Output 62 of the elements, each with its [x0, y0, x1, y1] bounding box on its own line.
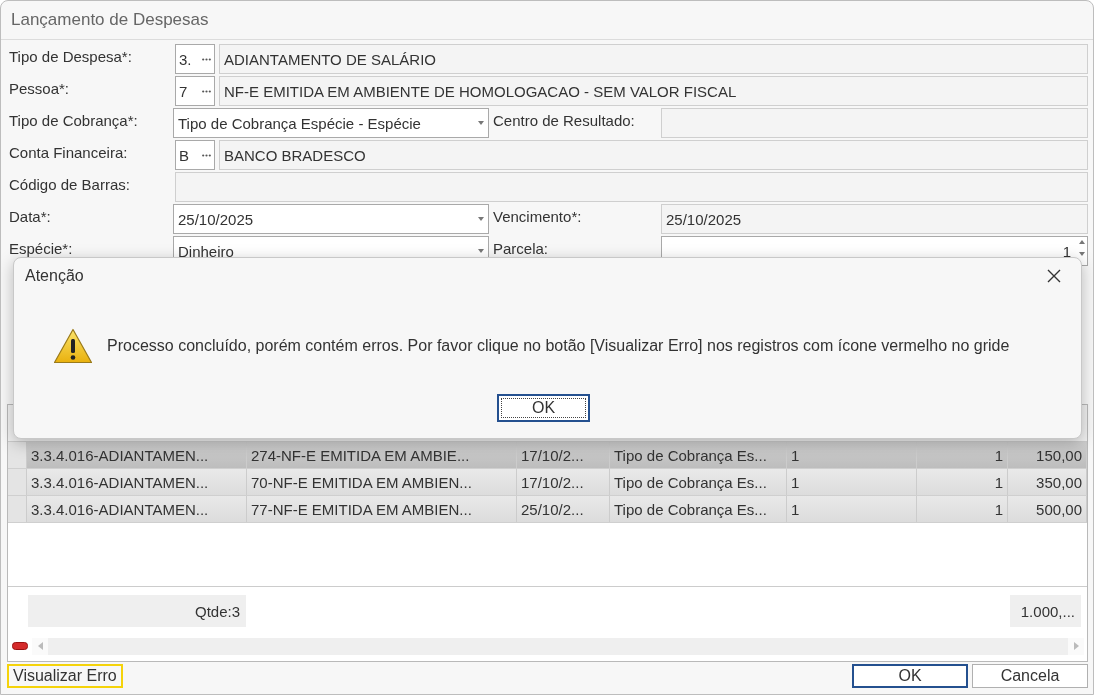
dialog-button[interactable]: OK: [852, 664, 968, 688]
ellipsis-icon[interactable]: [202, 153, 211, 157]
error-icon: [12, 642, 28, 650]
name-field: NF-E EMITIDA EM AMBIENTE DE HOMOLOGACAO - SEM VALOR FISCAL: [219, 76, 1088, 106]
dropdown-field[interactable]: 25/10/2025: [173, 204, 489, 234]
window-title: Lançamento de Despesas: [1, 1, 1093, 40]
table-cell: 1: [787, 469, 917, 495]
view-error-button[interactable]: Visualizar Erro: [7, 664, 123, 688]
table-cell: 1: [787, 496, 917, 522]
table-cell: 25/10/2...: [517, 496, 610, 522]
table-cell: 77-NF-E EMITIDA EM AMBIEN...: [247, 496, 517, 522]
table-cell: 3.3.4.016-ADIANTAMEN...: [27, 442, 247, 468]
table-cell: Tipo de Cobrança Es...: [610, 442, 787, 468]
table-cell: 1: [917, 496, 1008, 522]
field-label: Centro de Resultado:: [492, 111, 636, 129]
table-cell: 1: [787, 442, 917, 468]
table-cell: 500,00: [1008, 496, 1087, 522]
table-cell: 150,00: [1008, 442, 1087, 468]
dialog-title: Atenção: [25, 267, 85, 285]
code-field[interactable]: B: [175, 140, 215, 170]
table-cell: 1: [917, 442, 1008, 468]
name-field: ADIANTAMENTO DE SALÁRIO: [219, 44, 1088, 74]
field-label: Espécie*:: [8, 239, 74, 257]
grid-row[interactable]: 3.3.4.016-ADIANTAMEN... 77-NF-E EMITIDA EM AMBIEN... 25/10/2... Tipo de Cobrança Es... 1 1 500,00: [8, 496, 1087, 523]
row-indicator: [8, 496, 27, 522]
ellipsis-icon[interactable]: [202, 57, 211, 61]
ok-button[interactable]: OK: [497, 394, 590, 422]
field-label: Pessoa*:: [8, 79, 71, 97]
input-field[interactable]: [175, 172, 1088, 202]
grid-row[interactable]: 3.3.4.016-ADIANTAMEN... 70-NF-E EMITIDA EM AMBIEN... 17/10/2... Tipo de Cobrança Es... 1 1 350,00: [8, 469, 1087, 496]
dialog-message: Processo concluído, porém contém erros. Por favor clique no botão [Visualizar Erro] nos registros com ícone vermelho no gride: [107, 337, 1010, 355]
table-cell: 3.3.4.016-ADIANTAMEN...: [27, 496, 247, 522]
table-cell: 17/10/2...: [517, 442, 610, 468]
dropdown-field[interactable]: Tipo de Cobrança Espécie - Espécie: [173, 108, 489, 138]
close-icon[interactable]: [1047, 269, 1061, 283]
field-label: Código de Barras:: [8, 175, 131, 193]
table-cell: 1: [917, 469, 1008, 495]
code-field[interactable]: 3.: [175, 44, 215, 74]
row-indicator: [8, 469, 27, 495]
field-label: Conta Financeira:: [8, 143, 129, 161]
field-label: Parcela:: [492, 239, 550, 257]
field-label: Tipo de Despesa*:: [8, 47, 133, 65]
total-summary: 1.000,...: [1010, 595, 1081, 627]
warning-icon: [53, 328, 93, 364]
table-cell: 274-NF-E EMITIDA EM AMBIE...: [247, 442, 517, 468]
ellipsis-icon[interactable]: [202, 89, 211, 93]
field-label: Data*:: [8, 207, 52, 225]
table-cell: 17/10/2...: [517, 469, 610, 495]
input-field[interactable]: 25/10/2025: [661, 204, 1088, 234]
field-label: Tipo de Cobrança*:: [8, 111, 139, 129]
table-cell: 350,00: [1008, 469, 1087, 495]
name-field: BANCO BRADESCO: [219, 140, 1088, 170]
count-summary: Qtde:3: [28, 595, 246, 627]
code-field[interactable]: 7: [175, 76, 215, 106]
dialog-button[interactable]: Cancela: [972, 664, 1088, 688]
table-cell: 70-NF-E EMITIDA EM AMBIEN...: [247, 469, 517, 495]
table-cell: Tipo de Cobrança Es...: [610, 496, 787, 522]
table-cell: 3.3.4.016-ADIANTAMEN...: [27, 469, 247, 495]
input-field[interactable]: [661, 108, 1088, 138]
table-cell: Tipo de Cobrança Es...: [610, 469, 787, 495]
grid-row[interactable]: 3.3.4.016-ADIANTAMEN... 274-NF-E EMITIDA EM AMBIE... 17/10/2... Tipo de Cobrança Es... 1 1 150,00: [8, 442, 1087, 469]
field-label: Vencimento*:: [492, 207, 583, 225]
